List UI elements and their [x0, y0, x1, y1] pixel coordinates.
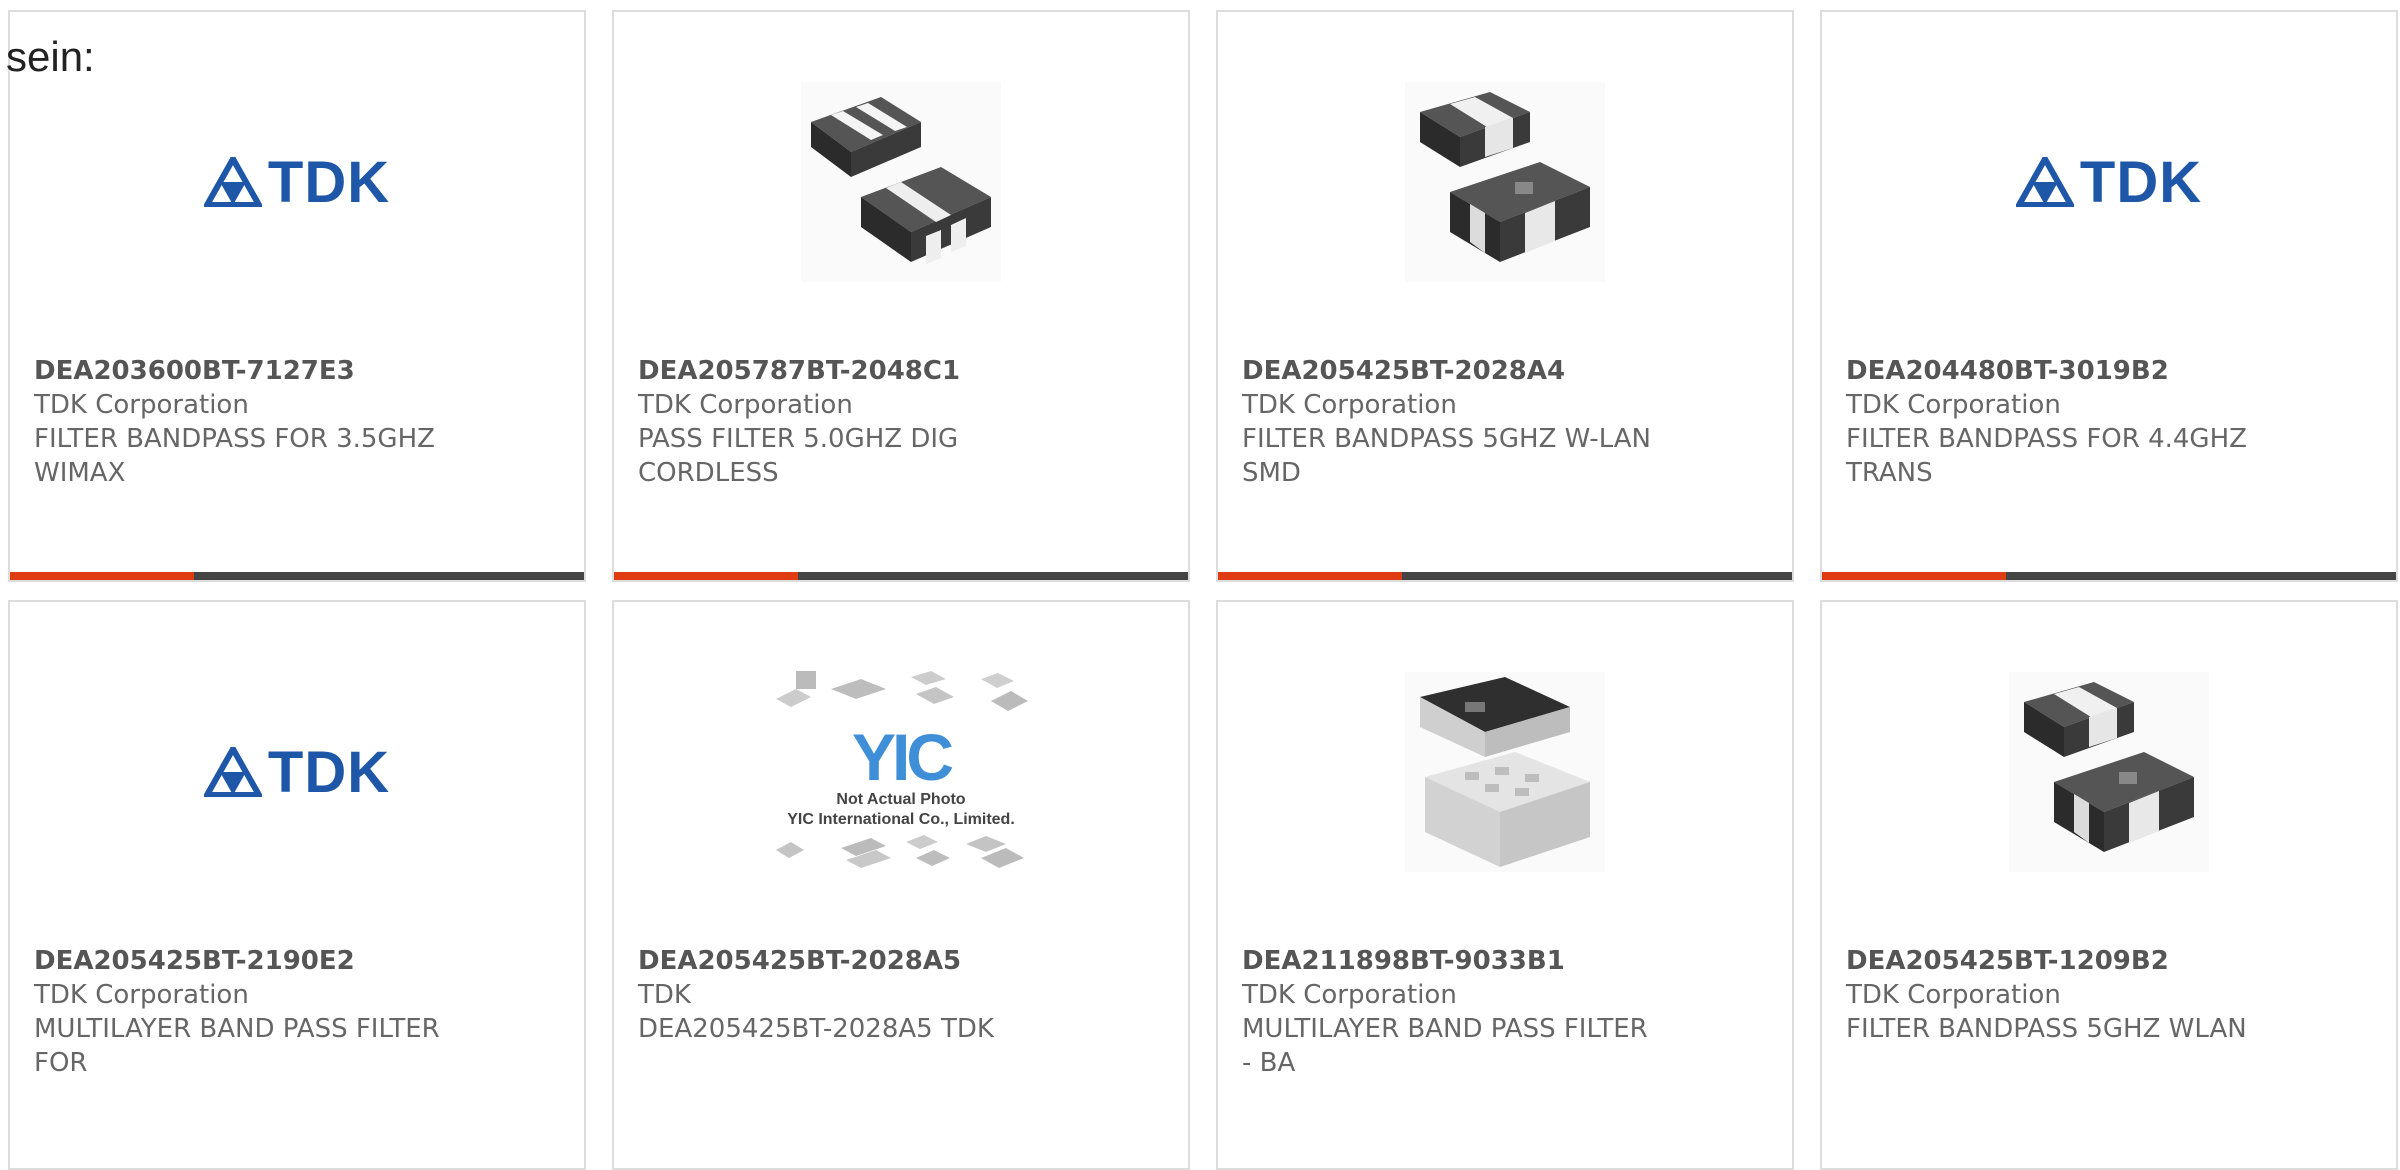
card-footer-bar [1822, 572, 2396, 580]
description-line: FILTER BANDPASS FOR 3.5GHZ [34, 424, 435, 454]
tdk-logo: TDK [203, 739, 390, 806]
tdk-logo: TDK [2015, 149, 2202, 216]
description-line: MULTILAYER BAND PASS FILTER [34, 1014, 440, 1044]
description-line: MULTILAYER BAND PASS FILTER [1242, 1014, 1648, 1044]
product-card[interactable]: TDK DEA203600BT-7127E3 TDK Corporation F… [8, 10, 586, 582]
part-number[interactable]: DEA211898BT-9033B1 [1242, 944, 1682, 978]
product-image[interactable]: TDK [1822, 62, 2396, 302]
product-card[interactable]: DEA205425BT-1209B2 TDK Corporation FILTE… [1820, 600, 2398, 1170]
placeholder-image: YIC Not Actual Photo YIC International C… [766, 669, 1036, 875]
description-line: - BA [1242, 1048, 1296, 1078]
description-line: FOR [34, 1048, 88, 1078]
description-line: CORDLESS [638, 458, 779, 488]
product-card[interactable]: DEA205425BT-2028A4 TDK Corporation FILTE… [1216, 10, 1794, 582]
manufacturer: TDK Corporation [1846, 390, 2061, 420]
product-image[interactable] [614, 62, 1188, 302]
description-line: PASS FILTER 5.0GHZ DIG [638, 424, 959, 454]
description-line: FILTER BANDPASS FOR 4.4GHZ [1846, 424, 2247, 454]
smd-chip-image [1405, 672, 1605, 872]
manufacturer: TDK Corporation [638, 390, 853, 420]
part-number[interactable]: DEA205425BT-2190E2 [34, 944, 474, 978]
part-number[interactable]: DEA205425BT-1209B2 [1846, 944, 2286, 978]
section-heading: sein: [6, 33, 95, 80]
description-line: FILTER BANDPASS 5GHZ W-LAN [1242, 424, 1652, 454]
product-image[interactable] [1218, 652, 1792, 892]
tdk-emblem-icon [203, 157, 262, 207]
tdk-emblem-icon [203, 747, 262, 797]
product-image[interactable] [1218, 62, 1792, 302]
manufacturer: TDK [638, 980, 691, 1010]
product-image[interactable]: TDK [10, 62, 584, 302]
product-image[interactable] [1822, 652, 2396, 892]
product-image[interactable]: TDK [10, 652, 584, 892]
product-card[interactable]: TDK DEA204480BT-3019B2 TDK Corporation F… [1820, 10, 2398, 582]
part-number[interactable]: DEA204480BT-3019B2 [1846, 354, 2286, 388]
part-number[interactable]: DEA203600BT-7127E3 [34, 354, 474, 388]
part-number[interactable]: DEA205787BT-2048C1 [638, 354, 1078, 388]
manufacturer: TDK Corporation [1846, 980, 2061, 1010]
description-line: FILTER BANDPASS 5GHZ WLAN [1846, 1014, 2247, 1044]
description-line: SMD [1242, 458, 1301, 488]
card-footer-bar [1218, 572, 1792, 580]
manufacturer: TDK Corporation [34, 980, 249, 1010]
part-number[interactable]: DEA205425BT-2028A4 [1242, 354, 1682, 388]
description-line: DEA205425BT-2028A5 TDK [638, 1014, 994, 1044]
manufacturer: TDK Corporation [1242, 390, 1457, 420]
tdk-logo: TDK [203, 149, 390, 216]
product-card[interactable]: TDK DEA205425BT-2190E2 TDK Corporation M… [8, 600, 586, 1170]
smd-chip-image [2009, 672, 2209, 872]
smd-chip-image [1405, 82, 1605, 282]
product-card[interactable]: DEA205787BT-2048C1 TDK Corporation PASS … [612, 10, 1190, 582]
part-number[interactable]: DEA205425BT-2028A5 [638, 944, 1078, 978]
smd-chip-image [801, 82, 1001, 282]
product-image[interactable]: YIC Not Actual Photo YIC International C… [614, 652, 1188, 892]
description-line: TRANS [1846, 458, 1933, 488]
card-footer-bar [614, 572, 1188, 580]
tdk-emblem-icon [2015, 157, 2074, 207]
manufacturer: TDK Corporation [1242, 980, 1457, 1010]
ic-packages-icon [776, 671, 1028, 711]
card-footer-bar [10, 572, 584, 580]
product-card[interactable]: YIC Not Actual Photo YIC International C… [612, 600, 1190, 1170]
product-card[interactable]: DEA211898BT-9033B1 TDK Corporation MULTI… [1216, 600, 1794, 1170]
ic-packages-icon [776, 835, 1024, 868]
manufacturer: TDK Corporation [34, 390, 249, 420]
description-line: WIMAX [34, 458, 126, 488]
